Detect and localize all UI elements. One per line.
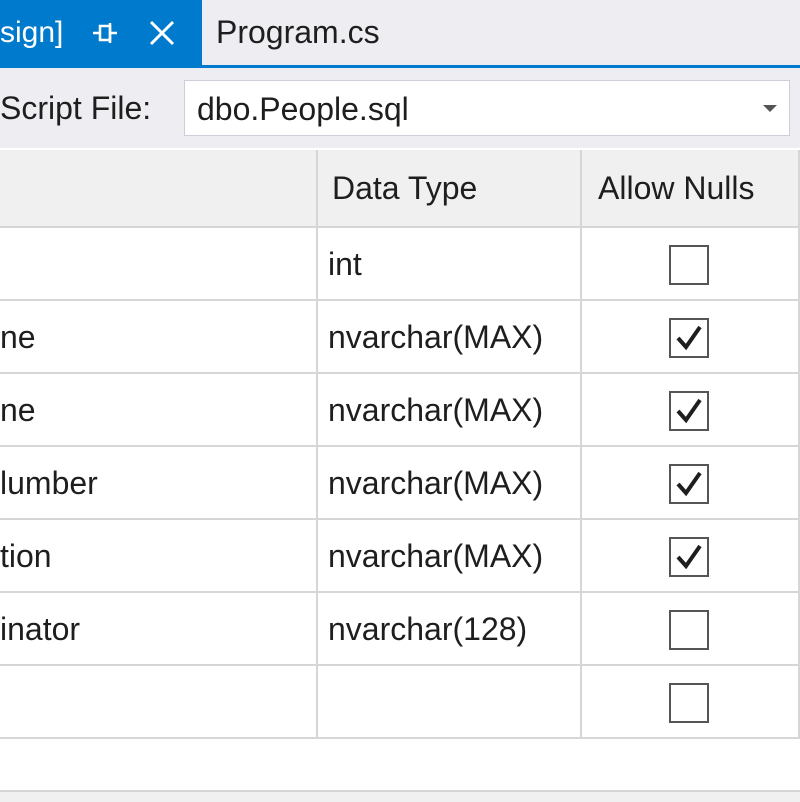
allow-nulls-checkbox[interactable] [669, 683, 709, 723]
column-name-cell[interactable]: ne [0, 301, 318, 374]
data-type-cell[interactable]: nvarchar(128) [318, 593, 582, 666]
allow-nulls-cell [582, 374, 800, 447]
allow-nulls-checkbox[interactable] [669, 245, 709, 285]
checkmark-icon [676, 398, 702, 424]
column-name-cell[interactable]: inator [0, 593, 318, 666]
column-name-cell[interactable]: ne [0, 374, 318, 447]
allow-nulls-cell [582, 301, 800, 374]
document-tab-strip: sign] Program.cs [0, 0, 800, 68]
table-row[interactable] [0, 666, 800, 739]
table-row[interactable]: ne nvarchar(MAX) [0, 374, 800, 447]
table-row[interactable]: tion nvarchar(MAX) [0, 520, 800, 593]
allow-nulls-cell [582, 666, 800, 739]
header-data-type[interactable]: Data Type [318, 150, 582, 228]
close-icon[interactable] [147, 18, 177, 48]
checkmark-icon [676, 325, 702, 351]
data-type-text: nvarchar(MAX) [328, 392, 544, 428]
data-type-cell[interactable]: nvarchar(MAX) [318, 520, 582, 593]
tab-table-design[interactable]: sign] [0, 0, 202, 65]
table-row[interactable]: inator nvarchar(128) [0, 593, 800, 666]
data-type-cell[interactable]: int [318, 228, 582, 301]
data-type-text: nvarchar(MAX) [328, 538, 544, 574]
table-row[interactable]: lumber nvarchar(MAX) [0, 447, 800, 520]
checkmark-icon [676, 471, 702, 497]
data-type-text: nvarchar(128) [328, 611, 528, 647]
table-row[interactable]: ne nvarchar(MAX) [0, 301, 800, 374]
allow-nulls-cell [582, 447, 800, 520]
pin-icon[interactable] [91, 19, 119, 47]
allow-nulls-checkbox[interactable] [669, 464, 709, 504]
column-name-text: ne [0, 392, 36, 428]
allow-nulls-checkbox[interactable] [669, 391, 709, 431]
script-file-dropdown[interactable]: dbo.People.sql [184, 80, 790, 136]
script-file-label: Script File: [0, 90, 152, 126]
data-type-cell[interactable]: nvarchar(MAX) [318, 374, 582, 447]
header-data-type-label: Data Type [332, 170, 478, 206]
allow-nulls-cell [582, 593, 800, 666]
tab-label: Program.cs [216, 14, 380, 50]
grid-bottom-edge [0, 790, 800, 802]
column-name-text: lumber [0, 465, 98, 501]
data-type-text: nvarchar(MAX) [328, 319, 544, 355]
allow-nulls-cell [582, 520, 800, 593]
data-type-cell[interactable]: nvarchar(MAX) [318, 301, 582, 374]
tab-label: sign] [0, 15, 64, 49]
column-name-text: ne [0, 319, 36, 355]
column-name-text: tion [0, 538, 52, 574]
column-name-cell[interactable] [0, 228, 318, 301]
allow-nulls-checkbox[interactable] [669, 610, 709, 650]
header-allow-nulls[interactable]: Allow Nulls [582, 150, 800, 228]
checkmark-icon [676, 544, 702, 570]
script-file-bar: Script File: dbo.People.sql [0, 68, 800, 148]
allow-nulls-checkbox[interactable] [669, 318, 709, 358]
chevron-down-icon[interactable] [763, 105, 777, 112]
column-name-cell[interactable]: tion [0, 520, 318, 593]
data-type-text: nvarchar(MAX) [328, 465, 544, 501]
allow-nulls-cell [582, 228, 800, 301]
column-name-cell[interactable]: lumber [0, 447, 318, 520]
data-type-cell[interactable] [318, 666, 582, 739]
header-allow-nulls-label: Allow Nulls [598, 170, 755, 206]
allow-nulls-checkbox[interactable] [669, 537, 709, 577]
data-type-text: int [328, 246, 362, 282]
column-name-cell[interactable] [0, 666, 318, 739]
script-file-value: dbo.People.sql [197, 91, 409, 127]
header-name[interactable] [0, 150, 318, 228]
data-type-cell[interactable]: nvarchar(MAX) [318, 447, 582, 520]
table-row[interactable]: int [0, 228, 800, 301]
tab-program-cs[interactable]: Program.cs [202, 0, 394, 65]
column-name-text: inator [0, 611, 81, 647]
